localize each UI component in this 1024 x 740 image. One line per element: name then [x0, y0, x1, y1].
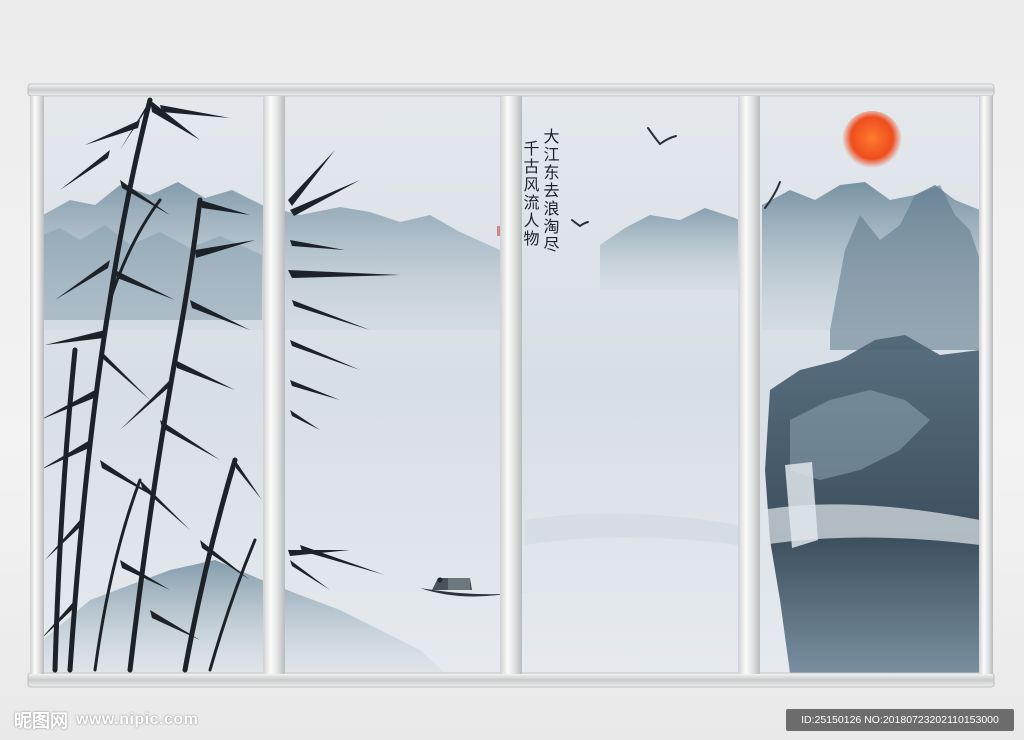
red-sun	[842, 111, 902, 171]
calligraphy-poem: 大江东去浪淘尽 千古风流人物	[521, 128, 560, 254]
nipic-logo: 昵图网	[14, 711, 68, 732]
poem-line-2: 千古风流人物	[521, 140, 540, 248]
frame-post-2	[263, 96, 285, 674]
frame-post-3	[500, 96, 522, 674]
ink-landscape-mural: 大江东去浪淘尽 千古风流人物	[27, 83, 995, 688]
frame-post-5	[979, 96, 993, 674]
image-id-text: ID:25150126 NO:20180723202110153000	[801, 714, 999, 726]
frame-post-1	[30, 96, 44, 674]
nipic-site: www.nipic.com	[76, 711, 199, 728]
image-id-badge: ID:25150126 NO:20180723202110153000	[786, 709, 1014, 731]
poem-line-1: 大江东去浪淘尽	[541, 128, 560, 254]
frame-post-4	[738, 96, 760, 674]
nipic-watermark: 昵图网 www.nipic.com	[14, 708, 198, 732]
